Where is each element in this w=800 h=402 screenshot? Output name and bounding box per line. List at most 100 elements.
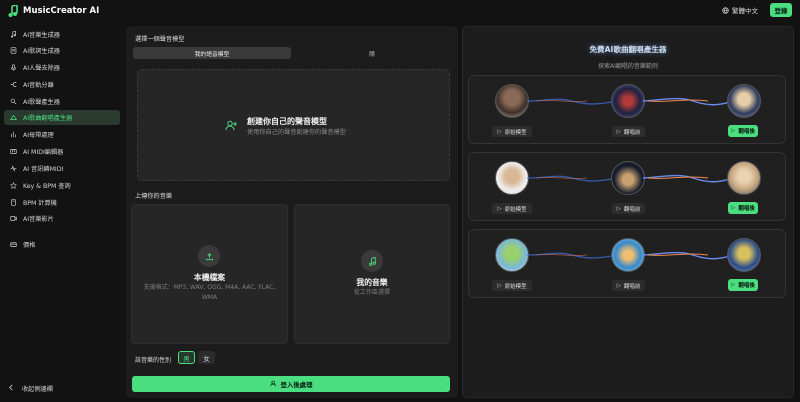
vocal-remover-icon <box>10 64 17 71</box>
gender-label: 該音樂的性別 <box>135 357 172 364</box>
my-music-card[interactable] <box>294 204 450 344</box>
play-label: 原始模型 <box>504 283 527 290</box>
play-icon: ▷ <box>497 282 502 289</box>
sidebar-item-key-bpm[interactable]: Key & BPM 查詢 <box>4 178 120 193</box>
top-bar: MusicCreator AI 繁體中文 登錄 <box>0 0 800 22</box>
original-model-avatar <box>495 238 529 272</box>
original-model-avatar <box>495 84 529 118</box>
sidebar-item-label: AI音樂生成器 <box>23 32 60 39</box>
sidebar-item-vocal-remover[interactable]: AI人聲去除器 <box>4 60 120 75</box>
my-music-subtitle: 從工作區選擇 <box>353 289 390 296</box>
original-model-avatar <box>495 161 529 195</box>
tab-my-voice-models[interactable]: 我的語音模型 <box>133 47 291 59</box>
play-before-button[interactable]: ▷ 翻唱前 <box>612 126 645 137</box>
cover-example-card: ▷ 原始模型 ▷ 翻唱前 ▷ 翻唱後 <box>468 75 786 144</box>
sidebar-item-pricing[interactable]: 價格 <box>4 237 120 252</box>
play-original-button[interactable]: ▷ 原始模型 <box>492 126 532 137</box>
sidebar-item-music-generator[interactable]: AI音樂生成器 <box>4 27 120 42</box>
supported-formats: 支援格式：MP3, WAV, OGG, M4A, AAC, FLAC, WMA <box>143 284 276 301</box>
login-to-process-button[interactable]: 登入後處理 <box>132 376 450 392</box>
sidebar-item-label: AI歌聲產生器 <box>23 99 60 106</box>
sidebar-item-midi-editor[interactable]: AI MIDI編輯器 <box>4 144 120 159</box>
play-original-button[interactable]: ▷ 原始模型 <box>492 203 532 214</box>
price-icon <box>10 241 17 248</box>
play-after-button[interactable]: ▷ 翻唱後 <box>728 202 758 214</box>
sidebar-item-mastering[interactable]: AI母帶處理 <box>4 127 120 142</box>
language-selector[interactable]: 繁體中文 <box>722 5 758 15</box>
play-icon: ▷ <box>497 128 502 135</box>
video-icon <box>10 215 17 222</box>
music-note-logo-icon <box>8 5 18 17</box>
sidebar-item-bpm-calculator[interactable]: BPM 計算機 <box>4 195 120 210</box>
logo[interactable]: MusicCreator AI <box>8 5 99 17</box>
my-music-title: 我的音樂 <box>356 278 388 287</box>
sidebar-item-label: BPM 計算機 <box>23 200 57 207</box>
play-icon: ▷ <box>616 128 621 135</box>
play-label: 翻唱前 <box>623 129 641 136</box>
play-icon: ▷ <box>616 205 621 212</box>
play-original-button[interactable]: ▷ 原始模型 <box>492 280 532 291</box>
stem-split-icon <box>10 81 17 88</box>
play-label: 翻唱後 <box>738 129 755 135</box>
waveform-icon <box>643 174 733 183</box>
play-icon: ▷ <box>731 128 736 134</box>
create-model-title: 創建你自己的聲音模型 <box>247 117 327 126</box>
calculator-icon <box>10 199 17 206</box>
collapse-sidebar-button[interactable]: 收起側邊欄 <box>8 384 53 393</box>
music-note-icon <box>10 31 17 38</box>
waveform-icon <box>527 252 617 259</box>
gender-female-button[interactable]: 女 <box>198 351 215 364</box>
sidebar-item-label: AI音樂影片 <box>23 216 54 223</box>
play-icon: ▷ <box>731 205 736 211</box>
globe-icon <box>722 6 729 14</box>
music-note-icon <box>361 250 383 272</box>
after-cover-avatar <box>727 84 761 118</box>
gender-male-button[interactable]: 男 <box>178 351 195 364</box>
midi-icon <box>10 148 17 155</box>
sidebar-item-cover-generator[interactable]: AI歌曲翻唱產生器 <box>4 110 120 125</box>
sidebar-item-singing-generator[interactable]: AI歌聲產生器 <box>4 94 120 109</box>
singing-icon <box>10 98 17 105</box>
waveform-icon <box>643 97 733 106</box>
after-cover-avatar <box>727 161 761 195</box>
create-model-subtitle: 使用你自己的聲音創建你的聲音模型 <box>247 129 346 136</box>
cover-example-card: ▷ 原始模型 ▷ 翻唱前 ▷ 翻唱後 <box>468 229 786 298</box>
model-tabs: 我的語音模型 陽 <box>133 47 451 59</box>
before-cover-avatar <box>611 84 645 118</box>
play-label: 翻唱後 <box>738 283 755 289</box>
sidebar-item-label: AI MIDI編輯器 <box>23 149 64 156</box>
login-button[interactable]: 登錄 <box>770 3 792 17</box>
sidebar-item-label: AI母帶處理 <box>23 132 54 139</box>
before-cover-avatar <box>611 238 645 272</box>
examples-subtitle: 探索AI翻唱的音樂範例 <box>598 63 658 70</box>
sidebar-item-label: Key & BPM 查詢 <box>23 183 71 190</box>
local-file-title: 本機檔案 <box>193 273 226 282</box>
after-cover-avatar <box>727 238 761 272</box>
play-label: 翻唱後 <box>738 206 755 212</box>
sidebar-item-music-video[interactable]: AI音樂影片 <box>4 211 120 226</box>
play-after-button[interactable]: ▷ 翻唱後 <box>728 279 758 291</box>
play-icon: ▷ <box>497 205 502 212</box>
audio-midi-icon <box>10 165 17 172</box>
sidebar-item-audio-to-midi[interactable]: AI 音訊轉MIDI <box>4 161 120 176</box>
examples-title: 免費AI歌曲翻唱產生器 <box>589 45 667 54</box>
play-label: 翻唱前 <box>623 283 641 290</box>
mastering-icon <box>10 131 17 138</box>
sidebar-item-lyrics-generator[interactable]: AI歌詞生成器 <box>4 43 120 58</box>
play-before-button[interactable]: ▷ 翻唱前 <box>612 280 645 291</box>
waveform-icon <box>643 251 733 260</box>
waveform-icon <box>527 175 617 182</box>
cover-icon <box>10 114 17 121</box>
app-name: MusicCreator AI <box>23 6 100 16</box>
play-icon: ▷ <box>731 282 736 288</box>
play-after-button[interactable]: ▷ 翻唱後 <box>728 125 758 137</box>
language-label: 繁體中文 <box>732 7 758 15</box>
sidebar-item-label: AI音軌分離 <box>23 82 54 89</box>
play-label: 翻唱前 <box>623 206 641 213</box>
cover-example-card: ▷ 原始模型 ▷ 翻唱前 ▷ 翻唱後 <box>468 152 786 221</box>
sidebar-item-stem-splitter[interactable]: AI音軌分離 <box>4 77 120 92</box>
tab-other-models[interactable]: 陽 <box>293 47 451 59</box>
play-before-button[interactable]: ▷ 翻唱前 <box>612 203 645 214</box>
play-label: 原始模型 <box>504 206 527 213</box>
collapse-label: 收起側邊欄 <box>22 386 53 393</box>
